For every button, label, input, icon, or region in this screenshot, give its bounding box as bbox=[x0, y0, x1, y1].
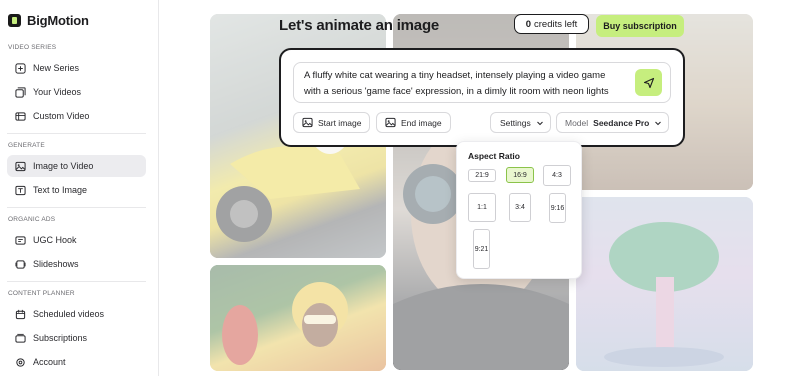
aspect-ratio-title: Aspect Ratio bbox=[468, 151, 520, 161]
divider bbox=[7, 207, 146, 208]
divider bbox=[7, 281, 146, 282]
ratio-option-4-3[interactable]: 4:3 bbox=[543, 165, 571, 186]
image-icon bbox=[302, 117, 313, 128]
sidebar-item-label: Image to Video bbox=[33, 161, 94, 171]
bigmotion-logo-icon bbox=[8, 14, 21, 27]
sidebar-item-label: Custom Video bbox=[33, 111, 90, 121]
credits-label: credits left bbox=[534, 18, 578, 30]
section-title-video-series: VIDEO SERIES bbox=[8, 44, 57, 51]
sidebar-item-slideshows[interactable]: Slideshows bbox=[7, 253, 146, 275]
chevron-down-icon bbox=[536, 121, 543, 125]
sidebar-item-label: Subscriptions bbox=[33, 333, 88, 343]
prompt-card: A fluffy white cat wearing a tiny headse… bbox=[279, 48, 685, 147]
subscriptions-icon bbox=[15, 333, 26, 343]
section-title-generate: GENERATE bbox=[8, 142, 45, 149]
sidebar-item-label: Scheduled videos bbox=[33, 309, 105, 319]
prompt-line-1: A fluffy white cat wearing a tiny headse… bbox=[304, 70, 606, 81]
buy-subscription-button[interactable]: Buy subscription bbox=[596, 15, 684, 37]
aspect-ratio-popover: Aspect Ratio 21:9 16:9 4:3 1:1 3:4 9:16 … bbox=[456, 141, 582, 279]
film-icon bbox=[15, 111, 26, 121]
plus-square-icon bbox=[15, 62, 26, 74]
sidebar-item-image-to-video[interactable]: Image to Video bbox=[7, 155, 146, 177]
ugc-icon bbox=[15, 235, 26, 245]
sidebar-item-your-videos[interactable]: Your Videos bbox=[7, 81, 146, 103]
gallery-tile-parrot[interactable] bbox=[210, 265, 386, 371]
sidebar: BigMotion VIDEO SERIES New Series Your V… bbox=[0, 0, 159, 376]
sidebar-item-ugc-hook[interactable]: UGC Hook bbox=[7, 229, 146, 251]
sidebar-item-account[interactable]: Account bbox=[7, 351, 146, 373]
sidebar-item-subscriptions[interactable]: Subscriptions bbox=[7, 327, 146, 349]
sidebar-item-new-series[interactable]: New Series bbox=[7, 57, 146, 79]
prompt-input[interactable]: A fluffy white cat wearing a tiny headse… bbox=[293, 62, 671, 103]
image-icon bbox=[15, 161, 26, 171]
sidebar-item-label: Your Videos bbox=[33, 87, 82, 97]
sidebar-item-text-to-image[interactable]: Text to Image bbox=[7, 179, 146, 201]
ratio-option-1-1[interactable]: 1:1 bbox=[468, 193, 496, 222]
brand-name: BigMotion bbox=[27, 13, 89, 28]
ratio-option-9-16[interactable]: 9:16 bbox=[549, 193, 566, 223]
section-title-organic-ads: ORGANIC ADS bbox=[8, 216, 56, 223]
ratio-option-9-21[interactable]: 9:21 bbox=[473, 229, 490, 269]
ratio-option-16-9[interactable]: 16:9 bbox=[506, 167, 534, 183]
send-button[interactable] bbox=[635, 69, 662, 96]
model-dropdown[interactable]: Model Seedance Pro bbox=[556, 112, 670, 133]
settings-dropdown[interactable]: Settings bbox=[490, 112, 551, 133]
image-icon bbox=[385, 117, 396, 128]
start-image-button[interactable]: Start image bbox=[293, 112, 371, 133]
page-title: Let's animate an image bbox=[279, 17, 440, 34]
slides-icon bbox=[15, 259, 26, 269]
videos-icon bbox=[15, 86, 26, 98]
account-gear-icon bbox=[16, 357, 25, 367]
sidebar-item-label: New Series bbox=[33, 63, 80, 73]
brand[interactable]: BigMotion bbox=[8, 13, 89, 28]
chevron-down-icon bbox=[655, 121, 662, 125]
ratio-option-21-9[interactable]: 21:9 bbox=[468, 169, 496, 182]
sidebar-item-label: Account bbox=[33, 357, 66, 367]
calendar-icon bbox=[15, 309, 26, 319]
sidebar-item-custom-video[interactable]: Custom Video bbox=[7, 105, 146, 127]
send-arrow-icon bbox=[643, 77, 654, 88]
settings-label: Settings bbox=[500, 117, 531, 128]
credits-count: 0 bbox=[525, 18, 531, 30]
model-value: Seedance Pro bbox=[593, 117, 650, 128]
gallery-tile-fantasy-tree[interactable] bbox=[576, 197, 753, 371]
divider bbox=[7, 133, 146, 134]
prompt-line-2: with a serious 'game face' expression, i… bbox=[304, 86, 609, 97]
sidebar-item-label: Slideshows bbox=[33, 259, 79, 269]
sidebar-item-scheduled-videos[interactable]: Scheduled videos bbox=[7, 303, 146, 325]
model-label: Model bbox=[565, 117, 589, 128]
sidebar-item-label: UGC Hook bbox=[33, 235, 77, 245]
sidebar-item-label: Text to Image bbox=[33, 185, 88, 195]
text-image-icon bbox=[15, 185, 26, 195]
credits-badge: 0 credits left bbox=[514, 14, 589, 34]
section-title-content-planner: CONTENT PLANNER bbox=[8, 290, 75, 297]
end-image-label: End image bbox=[401, 117, 442, 128]
ratio-option-3-4[interactable]: 3:4 bbox=[509, 193, 531, 222]
start-image-label: Start image bbox=[318, 117, 362, 128]
end-image-button[interactable]: End image bbox=[376, 112, 451, 133]
prompt-text[interactable]: A fluffy white cat wearing a tiny headse… bbox=[304, 68, 629, 100]
